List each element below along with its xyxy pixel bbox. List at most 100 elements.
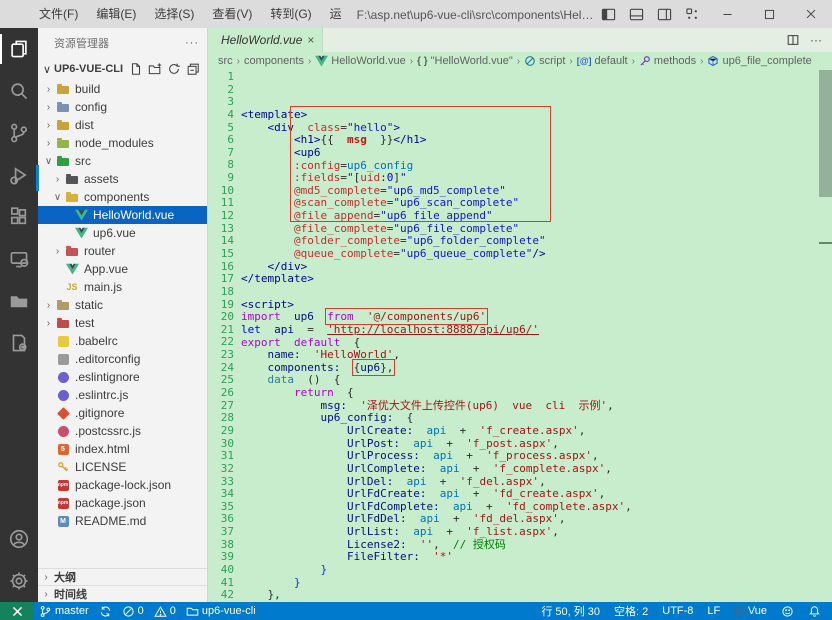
tree-item-test[interactable]: ›test: [38, 314, 207, 332]
remote-indicator[interactable]: [0, 602, 34, 620]
sidebar-section-timeline[interactable]: ›时间线: [38, 585, 207, 602]
tree-item-app.vue[interactable]: App.vue: [38, 260, 207, 278]
tab-helloworld[interactable]: HelloWorld.vue ×: [208, 28, 323, 52]
tree-item-.editorconfig[interactable]: .editorconfig: [38, 350, 207, 368]
breadcrumb-default[interactable]: [@]default: [577, 55, 628, 67]
tree-item-.gitignore[interactable]: .gitignore: [38, 404, 207, 422]
status-sync[interactable]: [94, 602, 117, 620]
new-file-icon[interactable]: [128, 61, 144, 77]
tree-item-main.js[interactable]: JSmain.js: [38, 278, 207, 296]
status-label: up6-vue-cli: [202, 605, 256, 617]
project-section-header[interactable]: ∨ UP6-VUE-CLI: [38, 58, 207, 80]
code-line-38: }: [241, 577, 832, 590]
activitybar-doc-settings-icon[interactable]: [0, 322, 38, 364]
toggle-sidebar-icon[interactable]: [594, 0, 622, 28]
menu-v[interactable]: 查看(V): [203, 0, 261, 28]
split-editor-icon[interactable]: [786, 33, 800, 47]
status-bell[interactable]: [801, 602, 828, 620]
tree-item-static[interactable]: ›static: [38, 296, 207, 314]
collapse-all-icon[interactable]: [185, 61, 201, 77]
warning-icon: [154, 605, 167, 618]
tree-item-node_modules[interactable]: ›node_modules: [38, 134, 207, 152]
tree-item-.babelrc[interactable]: .babelrc: [38, 332, 207, 350]
tree-item-.eslintignore[interactable]: .eslintignore: [38, 368, 207, 386]
breadcrumb-helloworld.vue[interactable]: { }"HelloWorld.vue": [417, 55, 513, 67]
folder-status-icon: [186, 605, 199, 618]
menu-e[interactable]: 编辑(E): [87, 0, 145, 28]
status-warning[interactable]: 0: [149, 602, 181, 620]
editor-more-actions[interactable]: ···: [810, 33, 822, 47]
tree-item-package-lock.json[interactable]: npmpackage-lock.json: [38, 476, 207, 494]
activitybar-account-icon[interactable]: [0, 518, 38, 560]
activitybar-search-icon[interactable]: [0, 70, 38, 112]
activitybar-extensions-icon[interactable]: [0, 196, 38, 238]
maximize-button[interactable]: [748, 0, 790, 28]
menu-g[interactable]: 转到(G): [261, 0, 320, 28]
new-folder-icon[interactable]: [147, 61, 163, 77]
status-5030[interactable]: 行 50, 列 30: [534, 602, 607, 620]
status-label: UTF-8: [662, 605, 693, 617]
toggle-panel-icon[interactable]: [622, 0, 650, 28]
breadcrumb-helloworld.vue[interactable]: HelloWorld.vue: [315, 55, 405, 67]
tree-item-.postcssrc.js[interactable]: .postcssrc.js: [38, 422, 207, 440]
code-editor[interactable]: 1234567891011121314151617181920212223242…: [208, 70, 832, 602]
tab-label: HelloWorld.vue: [221, 33, 302, 47]
chevron-icon: ›: [51, 246, 64, 257]
explorer-more-actions[interactable]: ···: [185, 37, 199, 49]
status-branch[interactable]: master: [34, 602, 94, 620]
tree-item-dist[interactable]: ›dist: [38, 116, 207, 134]
status-feedback[interactable]: [774, 602, 801, 620]
tree-item-label: dist: [75, 118, 94, 132]
status-vue[interactable]: { }Vue: [727, 602, 774, 620]
folder-icon: [55, 81, 71, 97]
status-error[interactable]: 0: [117, 602, 149, 620]
tree-item-helloworld.vue[interactable]: HelloWorld.vue: [38, 206, 207, 224]
status-folder-status[interactable]: up6-vue-cli: [181, 602, 261, 620]
status-utf-8[interactable]: UTF-8: [655, 602, 700, 620]
breadcrumb-up6_file_complete[interactable]: up6_file_complete: [707, 55, 811, 67]
tree-item-index.html[interactable]: 5index.html: [38, 440, 207, 458]
breadcrumb-script[interactable]: script: [524, 55, 565, 67]
activitybar-remote-explorer-icon[interactable]: [0, 238, 38, 280]
menu-f[interactable]: 文件(F): [30, 0, 87, 28]
status-lf[interactable]: LF: [700, 602, 727, 620]
activitybar-run-debug-icon[interactable]: [0, 154, 38, 196]
breadcrumb-src[interactable]: src: [218, 55, 233, 67]
tree-item-router[interactable]: ›router: [38, 242, 207, 260]
tree-item-license[interactable]: LICENSE: [38, 458, 207, 476]
status-right: 行 50, 列 30空格: 2 UTF-8 LF{ }Vue: [534, 602, 832, 620]
tree-item-.eslintrc.js[interactable]: .eslintrc.js: [38, 386, 207, 404]
activitybar-folder-tool-icon[interactable]: [0, 280, 38, 322]
tree-item-src[interactable]: ∨src: [38, 152, 207, 170]
menu-s[interactable]: 选择(S): [145, 0, 203, 28]
activity-badge-notch: [36, 165, 39, 191]
tree-item-readme.md[interactable]: MREADME.md: [38, 512, 207, 530]
customize-layout-icon[interactable]: [678, 0, 706, 28]
toggle-secondary-sidebar-icon[interactable]: [650, 0, 678, 28]
tree-item-components[interactable]: ∨components: [38, 188, 207, 206]
tree-item-up6.vue[interactable]: up6.vue: [38, 224, 207, 242]
scrollbar-thumb[interactable]: [819, 70, 832, 197]
activitybar-settings-icon[interactable]: [0, 560, 38, 602]
minimize-button[interactable]: [706, 0, 748, 28]
refresh-icon[interactable]: [166, 61, 182, 77]
breadcrumb-components[interactable]: components: [244, 55, 304, 67]
breadcrumb-label: methods: [654, 55, 696, 67]
close-button[interactable]: [790, 0, 832, 28]
sidebar-section-outline[interactable]: ›大纲: [38, 568, 207, 585]
tree-item-package.json[interactable]: npmpackage.json: [38, 494, 207, 512]
menu-[interactable]: 运: [321, 0, 351, 28]
status-label: Vue: [748, 605, 767, 617]
tree-item-assets[interactable]: ›assets: [38, 170, 207, 188]
tree-item-config[interactable]: ›config: [38, 98, 207, 116]
folder-icon: [64, 171, 80, 187]
tab-close-icon[interactable]: ×: [307, 33, 314, 47]
activitybar-explorer-icon[interactable]: [0, 28, 38, 70]
status-label: 0: [138, 605, 144, 617]
editor-scrollbar[interactable]: [819, 70, 832, 602]
activitybar-source-control-icon[interactable]: [0, 112, 38, 154]
tree-item-build[interactable]: ›build: [38, 80, 207, 98]
badge-icon: [55, 333, 71, 349]
status-2[interactable]: 空格: 2: [607, 602, 655, 620]
breadcrumb-methods[interactable]: methods: [639, 55, 696, 67]
